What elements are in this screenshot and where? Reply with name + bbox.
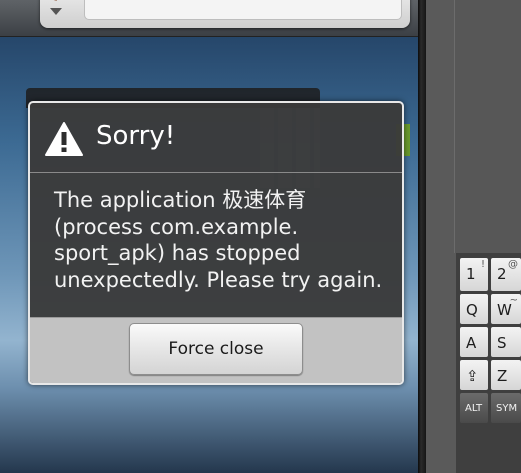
key-q[interactable]: Q xyxy=(460,294,488,324)
force-close-button[interactable]: Force close xyxy=(129,323,303,375)
emulator-screen: ✎ Sorry! The application 极速体育 (process c… xyxy=(0,0,418,473)
warning-icon xyxy=(45,122,83,156)
chevron-down-icon xyxy=(50,8,62,15)
emulator-keyboard: 1 ! 2 @ Q W ~ A S ⇪ Z ALT SYM xyxy=(456,253,521,473)
search-widget[interactable]: ✎ xyxy=(40,0,410,28)
search-input[interactable] xyxy=(84,0,402,20)
dialog-header: Sorry! xyxy=(30,103,402,173)
key-sym[interactable]: SYM xyxy=(491,393,521,423)
dialog-message: The application 极速体育 (process com.exampl… xyxy=(54,188,383,292)
dialog-button-bar: Force close xyxy=(30,317,402,383)
dialog-title: Sorry! xyxy=(96,121,176,151)
key-1[interactable]: 1 ! xyxy=(460,258,488,291)
error-dialog: Sorry! The application 极速体育 (process com… xyxy=(28,101,404,385)
key-s[interactable]: S xyxy=(491,327,521,357)
key-2[interactable]: 2 @ xyxy=(491,258,521,291)
key-shift[interactable]: ⇪ xyxy=(460,360,488,390)
search-icon: ✎ xyxy=(46,0,60,6)
emulator-side-panel-inner xyxy=(454,0,521,253)
key-alt[interactable]: ALT xyxy=(460,393,488,423)
key-z[interactable]: Z xyxy=(491,360,521,390)
emulator-bezel xyxy=(418,0,426,473)
key-a[interactable]: A xyxy=(460,327,488,357)
key-w[interactable]: W ~ xyxy=(491,294,521,324)
